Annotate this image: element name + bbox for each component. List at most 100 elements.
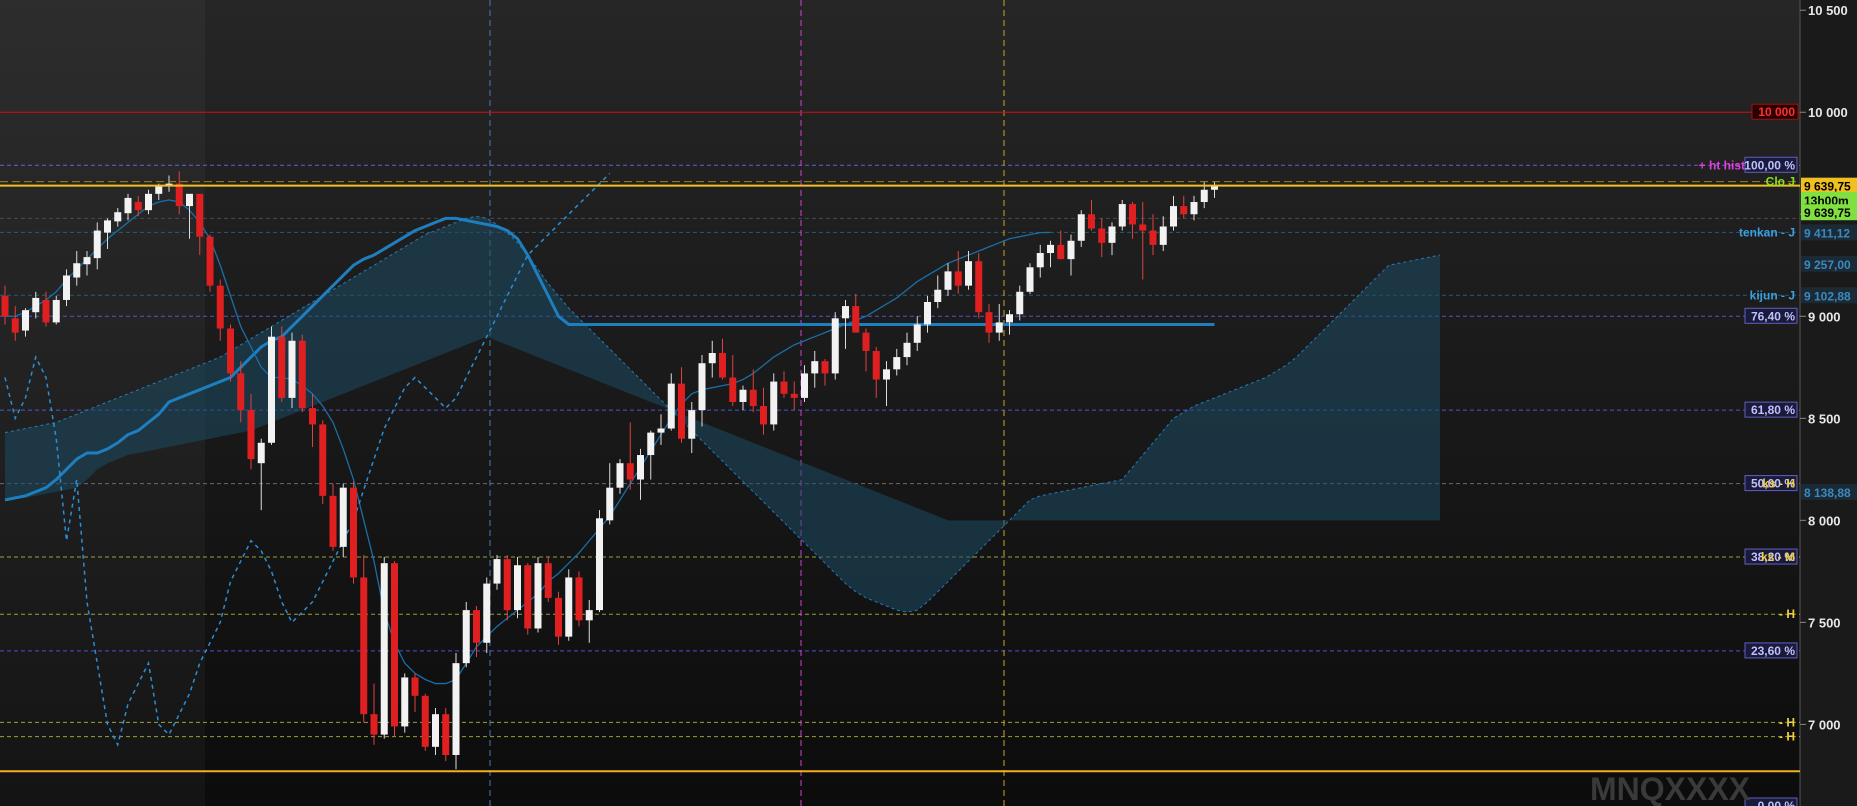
price-axis-background — [1800, 0, 1857, 806]
candle-body-98 — [1006, 314, 1013, 323]
candle-body-62 — [637, 455, 644, 480]
candle-body-74 — [760, 406, 767, 425]
candle-body-53 — [544, 563, 552, 598]
candle-body-46 — [473, 610, 480, 643]
candle-body-21 — [216, 285, 224, 329]
candle-body-5 — [52, 299, 60, 323]
candle-body-79 — [811, 361, 819, 374]
candle-body-96 — [985, 312, 993, 333]
candle-body-56 — [575, 577, 583, 621]
candle-body-10 — [104, 220, 111, 233]
candle-body-24 — [247, 410, 255, 460]
candle-body-70 — [719, 353, 726, 378]
y-tick-label-6: 7 500 — [1808, 615, 1841, 630]
candle-body-66 — [678, 383, 685, 439]
candle-body-78 — [801, 373, 808, 398]
candle-body-89 — [913, 324, 921, 343]
candle-body-18 — [186, 193, 193, 207]
candle-body-42 — [432, 714, 439, 747]
candle-body-104 — [1067, 240, 1075, 260]
candle-body-30 — [309, 408, 316, 425]
axis-box-label-4: 9 257,00 — [1804, 258, 1851, 272]
right-label-4: tenkan - J — [1739, 225, 1795, 239]
candle-body-76 — [780, 381, 788, 394]
candle-body-91 — [934, 289, 942, 302]
candle-body-87 — [893, 357, 901, 370]
candle-body-107 — [1098, 228, 1106, 243]
candle-body-111 — [1139, 224, 1147, 231]
candle-body-88 — [903, 342, 911, 358]
y-tick-label-1: 10 000 — [1808, 105, 1848, 120]
candle-body-1 — [11, 318, 19, 333]
candle-body-48 — [493, 559, 501, 584]
candle-body-6 — [63, 275, 70, 300]
candle-body-75 — [770, 381, 778, 425]
candle-body-84 — [862, 332, 870, 351]
candle-body-93 — [954, 271, 962, 286]
candle-body-45 — [462, 610, 470, 664]
candle-body-73 — [749, 389, 757, 407]
candle-body-94 — [965, 261, 972, 286]
candle-body-115 — [1180, 206, 1188, 215]
y-tick-label-0: 10 500 — [1808, 3, 1848, 18]
candle-body-109 — [1118, 204, 1126, 227]
candle-body-105 — [1077, 214, 1085, 241]
candle-body-29 — [298, 340, 306, 409]
candle-body-32 — [329, 495, 337, 547]
candle-body-15 — [155, 185, 163, 194]
candle-body-23 — [237, 373, 245, 411]
candle-body-11 — [114, 212, 122, 222]
candle-body-20 — [206, 236, 214, 286]
candle-body-7 — [73, 263, 81, 278]
candle-body-36 — [370, 714, 378, 735]
candle-body-44 — [452, 663, 460, 755]
candle-body-81 — [831, 318, 839, 374]
candle-body-102 — [1047, 244, 1054, 254]
axis-box-label-2: 9 639,75 — [1804, 206, 1851, 220]
candle-body-116 — [1190, 202, 1198, 215]
candle-body-61 — [626, 463, 634, 480]
candle-body-114 — [1170, 206, 1177, 227]
candlestick-chart[interactable]: 10 50010 0009 5009 0008 5008 0007 5007 0… — [0, 0, 1857, 806]
candle-body-92 — [944, 271, 952, 290]
candle-body-69 — [708, 353, 716, 364]
right-label-12: ks - M — [1761, 550, 1795, 564]
y-tick-label-4: 8 500 — [1808, 411, 1841, 426]
candle-body-80 — [821, 361, 829, 374]
candle-body-83 — [852, 306, 860, 333]
right-label-16: - H — [1779, 730, 1795, 744]
candle-body-0 — [1, 295, 9, 317]
candle-body-34 — [350, 487, 357, 578]
y-tick-label-5: 8 000 — [1808, 513, 1841, 528]
candle-body-52 — [534, 563, 542, 629]
candle-body-41 — [421, 695, 429, 747]
candle-body-47 — [483, 583, 491, 643]
candle-body-67 — [688, 410, 696, 439]
candle-body-71 — [729, 377, 737, 402]
watermark: MNQXXXX — [1590, 771, 1751, 806]
candle-body-3 — [32, 297, 40, 313]
candle-body-82 — [842, 306, 849, 319]
candle-body-101 — [1036, 253, 1044, 268]
y-tick-label-7: 7 000 — [1808, 717, 1841, 732]
candle-body-99 — [1016, 291, 1024, 315]
axis-box-label-3: 9 411,12 — [1804, 226, 1850, 240]
candle-body-28 — [288, 340, 296, 398]
candle-body-8 — [83, 257, 91, 265]
axis-box-label-6: 8 138,88 — [1804, 486, 1851, 500]
candle-body-106 — [1088, 214, 1095, 229]
candle-body-14 — [145, 193, 152, 211]
candle-body-113 — [1159, 226, 1167, 245]
candle-body-38 — [391, 563, 398, 727]
candle-body-2 — [22, 310, 29, 331]
candle-body-39 — [401, 677, 409, 727]
candle-body-108 — [1108, 226, 1116, 243]
candle-body-63 — [647, 432, 655, 456]
candle-body-60 — [616, 463, 624, 488]
candle-body-112 — [1149, 230, 1157, 245]
axis-box-label-0: 9 639,75 — [1804, 180, 1851, 194]
right-label-5: kijun - J — [1750, 288, 1795, 302]
right-label-13: - H — [1779, 607, 1795, 621]
candle-body-57 — [585, 610, 593, 621]
candle-body-33 — [339, 487, 347, 547]
